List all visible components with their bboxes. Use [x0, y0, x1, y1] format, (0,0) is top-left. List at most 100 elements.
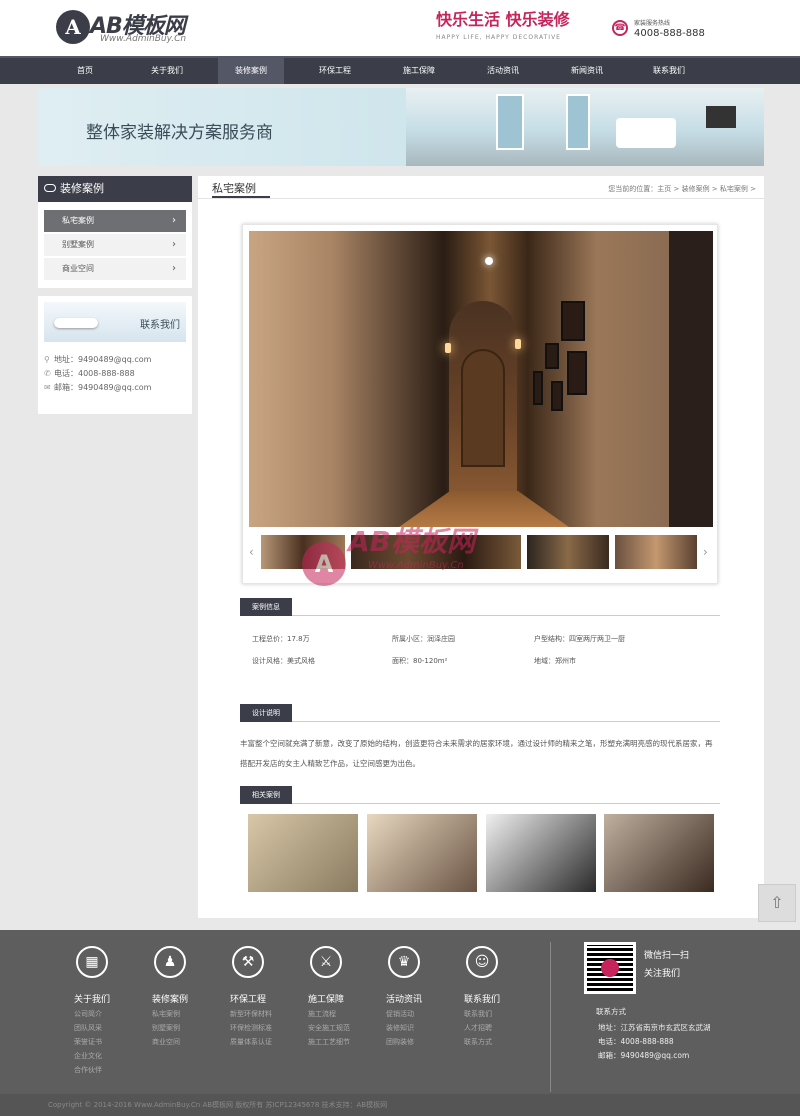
related-case[interactable] [367, 814, 477, 892]
photo-ceiling-light [485, 257, 493, 265]
related-header: 相关案例 [240, 786, 720, 804]
nav-item-home[interactable]: 首页 [52, 58, 118, 84]
footer-link[interactable]: 质量体系认证 [230, 1037, 300, 1047]
breadcrumb[interactable]: 您当前的位置：主页 > 装修案例 > 私宅案例 > [608, 184, 756, 194]
footer-link[interactable]: 合作伙伴 [74, 1065, 144, 1075]
contact-phone: ✆ 电话：4008-888-888 [44, 369, 135, 378]
info-community: 所属小区：润泽庄园 [392, 635, 455, 643]
footer-divider [550, 942, 551, 1092]
photo-lamp [445, 343, 451, 353]
logo[interactable]: A AB模板网 Www.AdminBuy.Cn [56, 8, 216, 48]
nav-item-news[interactable]: 新闻资讯 [554, 58, 620, 84]
sidebar-item-label: 私宅案例 [62, 216, 94, 225]
chevron-left-icon[interactable]: ‹ [249, 545, 254, 559]
design-header: 设计说明 [240, 704, 720, 722]
hotline-label: 家装服务热线 [634, 20, 671, 27]
footer-column-title[interactable]: 装修案例 [152, 992, 222, 1005]
photo-frame [551, 381, 563, 411]
case-info-heading: 案例信息 [240, 598, 292, 616]
footer-link[interactable]: 环保检测标准 [230, 1023, 300, 1033]
footer-column-title[interactable]: 活动资讯 [386, 992, 456, 1005]
photo-cabinet [669, 231, 713, 527]
watermark-subtitle: Www.AdminBuy.Cn [368, 560, 464, 571]
footer-column-eco: ⚒ 环保工程 新型环保材料 环保检测标准 质量体系认证 [230, 946, 300, 1047]
footer-link[interactable]: 装修知识 [386, 1023, 456, 1033]
sidebar-item-label: 别墅案例 [62, 240, 94, 249]
related-heading: 相关案例 [240, 786, 292, 804]
divider [198, 198, 764, 199]
watermark-text: AB模板网 [348, 525, 476, 558]
footer-link[interactable]: 人才招聘 [464, 1023, 534, 1033]
footer-link[interactable]: 施工流程 [308, 1009, 378, 1019]
hammer-icon: ⚔ [310, 946, 342, 978]
sidebar-item-private[interactable]: 私宅案例 › [44, 210, 186, 232]
photo-frame [545, 343, 559, 369]
banner: 整体家装解决方案服务商 [38, 88, 764, 166]
footer: ▦ 关于我们 公司简介 团队风采 荣誉证书 企业文化 合作伙伴 ♟ 装修案例 私… [0, 930, 800, 1116]
sidebar-item-commercial[interactable]: 商业空间 › [44, 258, 186, 280]
footer-link[interactable]: 荣誉证书 [74, 1037, 144, 1047]
banner-fireplace [616, 118, 676, 148]
footer-link[interactable]: 安全施工规范 [308, 1023, 378, 1033]
design-description: 丰富整个空间就充满了新意，改变了原始的结构，创造更符合未来需求的居家环境，通过设… [240, 739, 713, 768]
hotline-number: 4008-888-888 [634, 28, 705, 39]
nav-item-about[interactable]: 关于我们 [134, 58, 200, 84]
design-heading: 设计说明 [240, 704, 292, 722]
footer-link[interactable]: 团队风采 [74, 1023, 144, 1033]
banner-tv [706, 106, 736, 128]
contact-title: 联系我们 [140, 320, 180, 331]
thumbnail[interactable] [615, 535, 697, 569]
photo-frame [567, 351, 587, 395]
main-nav: 首页 关于我们 装修案例 环保工程 施工保障 活动资讯 新闻资讯 联系我们 [0, 56, 800, 84]
wechat-follow-text: 关注我们 [644, 969, 681, 979]
back-to-top-button[interactable]: ⇧ [758, 884, 796, 922]
footer-column-title[interactable]: 环保工程 [230, 992, 300, 1005]
footer-link[interactable]: 施工工艺细节 [308, 1037, 378, 1047]
qr-pattern [587, 945, 633, 991]
banner-window [566, 94, 590, 150]
banner-room-image [406, 88, 764, 166]
related-case[interactable] [604, 814, 714, 892]
footer-address: 地址：江苏省南京市玄武区玄武湖 [598, 1023, 711, 1032]
photo-frame [533, 371, 543, 405]
photo-door [461, 349, 505, 467]
info-area: 面积：80-120m² [392, 657, 448, 665]
nav-item-eco[interactable]: 环保工程 [302, 58, 368, 84]
footer-link[interactable]: 联系我们 [464, 1009, 534, 1019]
footer-email: 邮箱：9490489@qq.com [598, 1051, 690, 1060]
cloud-icon [44, 184, 56, 192]
footer-link[interactable]: 商业空间 [152, 1037, 222, 1047]
qr-logo [601, 959, 619, 977]
nav-item-contact[interactable]: 联系我们 [636, 58, 702, 84]
nav-item-cases[interactable]: 装修案例 [218, 58, 284, 84]
thumbnail[interactable] [527, 535, 609, 569]
footer-link[interactable]: 公司简介 [74, 1009, 144, 1019]
trophy-icon: ♛ [388, 946, 420, 978]
main-photo[interactable] [249, 231, 713, 527]
contact-email: ✉ 邮箱：9490489@qq.com [44, 383, 152, 392]
footer-link[interactable]: 别墅案例 [152, 1023, 222, 1033]
sidebar-title: 装修案例 [38, 176, 192, 202]
footer-column-contact: ☺ 联系我们 联系我们 人才招聘 联系方式 [464, 946, 534, 1047]
nav-item-construction[interactable]: 施工保障 [386, 58, 452, 84]
footer-link[interactable]: 团购装修 [386, 1037, 456, 1047]
related-case[interactable] [248, 814, 358, 892]
watermark: A AB模板网 Www.AdminBuy.Cn [298, 520, 498, 590]
sidebar-item-villa[interactable]: 别墅案例 › [44, 234, 186, 256]
chevron-right-icon[interactable]: › [703, 545, 708, 559]
footer-link[interactable]: 联系方式 [464, 1037, 534, 1047]
footer-column-title[interactable]: 联系我们 [464, 992, 534, 1005]
footer-link[interactable]: 私宅案例 [152, 1009, 222, 1019]
slogan-main: 快乐生活 快乐装修 [436, 10, 570, 29]
nav-item-activities[interactable]: 活动资讯 [470, 58, 536, 84]
footer-link[interactable]: 促销活动 [386, 1009, 456, 1019]
related-case[interactable] [486, 814, 596, 892]
contact-banner: 联系我们 [44, 302, 186, 342]
footer-column-title[interactable]: 施工保障 [308, 992, 378, 1005]
footer-column-title[interactable]: 关于我们 [74, 992, 144, 1005]
banner-text: 整体家装解决方案服务商 [86, 123, 273, 143]
sidebar-title-text: 装修案例 [60, 182, 104, 195]
stamp-icon: ♟ [154, 946, 186, 978]
footer-link[interactable]: 新型环保材料 [230, 1009, 300, 1019]
footer-link[interactable]: 企业文化 [74, 1051, 144, 1061]
